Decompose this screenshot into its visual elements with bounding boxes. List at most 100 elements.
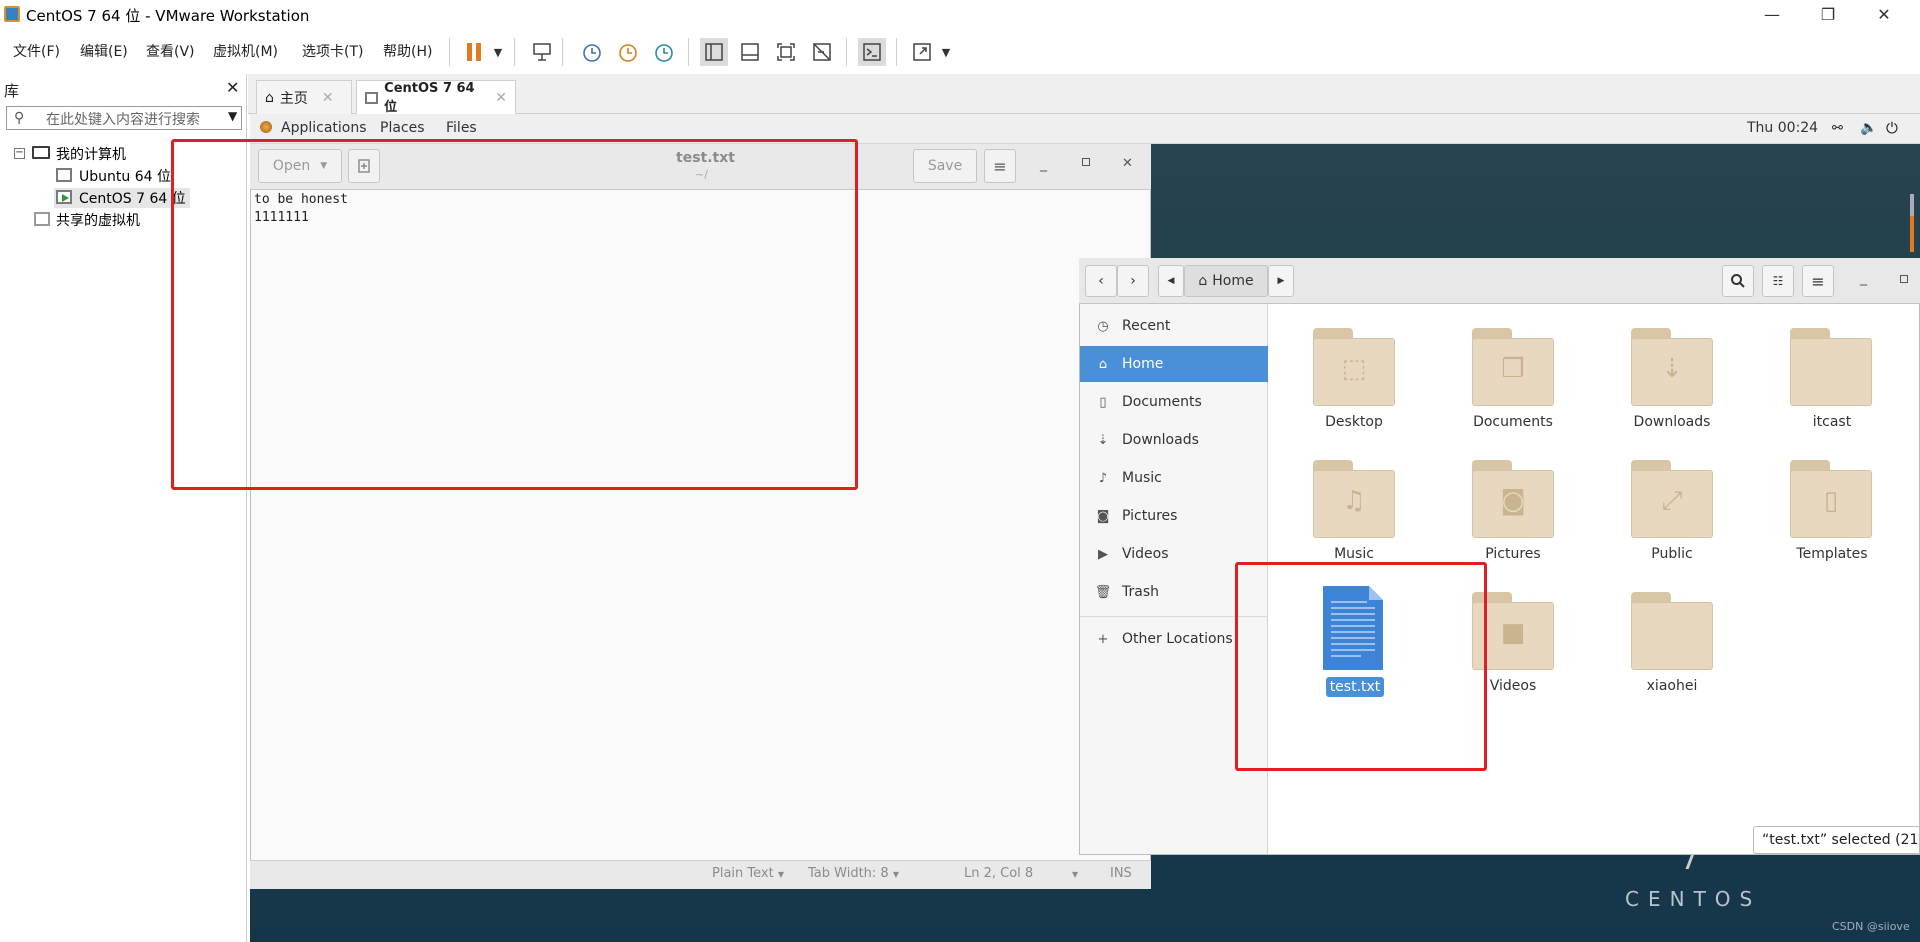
folder-label: Templates [1796, 546, 1868, 562]
vm-running-icon [365, 91, 379, 104]
close-button[interactable]: ✕ [1856, 0, 1912, 28]
menu-file[interactable]: 文件(F) [13, 41, 60, 61]
gedit-close-icon[interactable]: ✕ [1122, 156, 1133, 171]
folder-label: Pictures [1485, 546, 1541, 562]
sidebar-item-home[interactable]: ⌂ Home [1080, 346, 1268, 382]
folder-xiaohei[interactable] [1629, 588, 1715, 672]
scrollbar-thumb[interactable] [1910, 216, 1914, 252]
toolbar-separator [896, 38, 897, 66]
chevron-down-icon: ▼ [892, 870, 899, 879]
folder-itcast[interactable] [1788, 324, 1874, 408]
cursor-position: Ln 2, Col 8 [964, 866, 1034, 881]
stretch-dropdown-icon[interactable]: ▼ [932, 38, 960, 66]
folder-label: itcast [1812, 414, 1852, 430]
camera-icon: ◙ [1500, 486, 1526, 516]
tab-close-icon[interactable]: ✕ [322, 90, 334, 106]
sidebar-item-label: Home [1122, 356, 1164, 372]
gedit-minimize-icon[interactable]: _ [1040, 156, 1047, 172]
tree-shared-vms[interactable]: 共享的虚拟机 [56, 210, 140, 230]
folder-templates[interactable]: ▯ [1788, 456, 1874, 540]
menu-help[interactable]: 帮助(H) [383, 41, 432, 61]
gnome-menu-files[interactable]: Files [446, 120, 477, 136]
folder-label: Documents [1473, 414, 1553, 430]
folder-music[interactable]: ♫ [1311, 456, 1397, 540]
toolbar-separator [688, 38, 689, 66]
menu-tabs[interactable]: 选项卡(T) [302, 41, 363, 61]
sidebar-item-downloads[interactable]: ⇣ Downloads [1080, 422, 1268, 458]
menu-edit[interactable]: 编辑(E) [80, 41, 128, 61]
folder-downloads[interactable]: ⇣ [1629, 324, 1715, 408]
syntax-label: Plain Text [712, 866, 774, 881]
tree-vm-ubuntu[interactable]: Ubuntu 64 位 [79, 166, 171, 186]
snapshot-manager-icon[interactable] [649, 38, 677, 66]
back-button[interactable]: ‹ [1085, 265, 1117, 297]
sidebar-item-music[interactable]: ♪ Music [1080, 460, 1268, 496]
chevron-down-icon: ▼ [777, 870, 784, 879]
gedit-save-button[interactable]: Save [913, 149, 977, 183]
path-home-button[interactable]: ⌂ Home [1184, 265, 1268, 297]
menu-view[interactable]: 查看(V) [146, 41, 195, 61]
folder-desktop[interactable]: ⬚ [1311, 324, 1397, 408]
folder-public[interactable]: ⤢ [1629, 456, 1715, 540]
sidebar-item-recent[interactable]: ◷ Recent [1080, 308, 1268, 344]
gnome-menu-applications[interactable]: Applications [281, 120, 367, 136]
sidebar-item-label: Documents [1122, 394, 1202, 410]
folder-documents[interactable]: ❐ [1470, 324, 1556, 408]
path-right-button[interactable]: ▶ [1268, 265, 1294, 297]
home-icon: ⌂ [265, 89, 274, 106]
power-icon[interactable]: ⏻ [1886, 119, 1898, 137]
view-toggle-button[interactable]: ☷ [1762, 265, 1794, 297]
files-menu-button[interactable]: ≡ [1802, 265, 1834, 297]
shared-vm-icon [34, 212, 50, 226]
desktop-icon: ⬚ [1341, 354, 1367, 384]
pause-dropdown-icon[interactable]: ▼ [484, 38, 512, 66]
console-view-icon[interactable] [858, 38, 886, 66]
full-screen-icon[interactable] [772, 38, 800, 66]
chevron-down-icon[interactable]: ▼ [1072, 870, 1078, 879]
thumbnail-bar-icon[interactable] [736, 38, 764, 66]
insert-mode: INS [1110, 866, 1132, 881]
gnome-menu-places[interactable]: Places [380, 120, 425, 136]
hamburger-menu-icon[interactable]: ≡ [984, 149, 1016, 183]
path-left-button[interactable]: ◀ [1158, 265, 1184, 297]
forward-button[interactable]: › [1117, 265, 1149, 297]
snapshot-take-icon[interactable] [577, 38, 605, 66]
files-maximize-icon[interactable] [1900, 275, 1908, 283]
sidebar-item-documents[interactable]: ▯ Documents [1080, 384, 1268, 420]
sidebar-item-label: Pictures [1122, 508, 1178, 524]
home-icon: ⌂ [1098, 356, 1108, 372]
sidebar-item-label: Trash [1122, 584, 1159, 600]
tab-width-selector[interactable]: Tab Width: 8 ▼ [808, 866, 899, 881]
syntax-selector[interactable]: Plain Text ▼ [712, 866, 784, 881]
network-icon[interactable]: ⚯ [1832, 121, 1843, 136]
gnome-clock[interactable]: Thu 00:24 [1747, 120, 1818, 136]
sidebar-item-pictures[interactable]: ◙ Pictures [1080, 498, 1268, 534]
files-minimize-icon[interactable]: _ [1860, 270, 1867, 286]
search-dropdown-icon[interactable]: ▼ [228, 109, 237, 123]
window-title: CentOS 7 64 位 - VMware Workstation [26, 7, 310, 25]
download-icon: ⇣ [1661, 354, 1683, 384]
tree-collapse-icon[interactable]: − [14, 148, 25, 159]
library-close-icon[interactable]: ✕ [226, 78, 239, 97]
folder-pictures[interactable]: ◙ [1470, 456, 1556, 540]
tab-home[interactable]: ⌂ 主页 ✕ [256, 80, 352, 114]
chevron-right-icon: › [1130, 273, 1136, 289]
gedit-maximize-icon[interactable] [1082, 158, 1090, 166]
video-icon: ▶ [1098, 546, 1108, 562]
snapshot-revert-icon[interactable] [613, 38, 641, 66]
tree-my-computer[interactable]: 我的计算机 [56, 144, 126, 164]
tree-vm-centos[interactable]: CentOS 7 64 位 [79, 188, 186, 208]
unity-icon[interactable] [808, 38, 836, 66]
sidebar-item-label: Downloads [1122, 432, 1199, 448]
menu-vm[interactable]: 虚拟机(M) [213, 41, 278, 61]
toolbar-separator [562, 38, 563, 66]
minimize-button[interactable]: — [1744, 0, 1800, 28]
tab-close-icon[interactable]: ✕ [495, 90, 507, 106]
send-ctrl-alt-del-icon[interactable] [528, 38, 556, 66]
search-button[interactable] [1722, 265, 1754, 297]
restore-button[interactable]: ❐ [1800, 0, 1856, 28]
tab-centos[interactable]: CentOS 7 64 位 ✕ [356, 80, 516, 115]
volume-icon[interactable]: 🔈 [1860, 120, 1877, 136]
computer-icon [32, 146, 50, 159]
show-library-icon[interactable] [700, 38, 728, 66]
